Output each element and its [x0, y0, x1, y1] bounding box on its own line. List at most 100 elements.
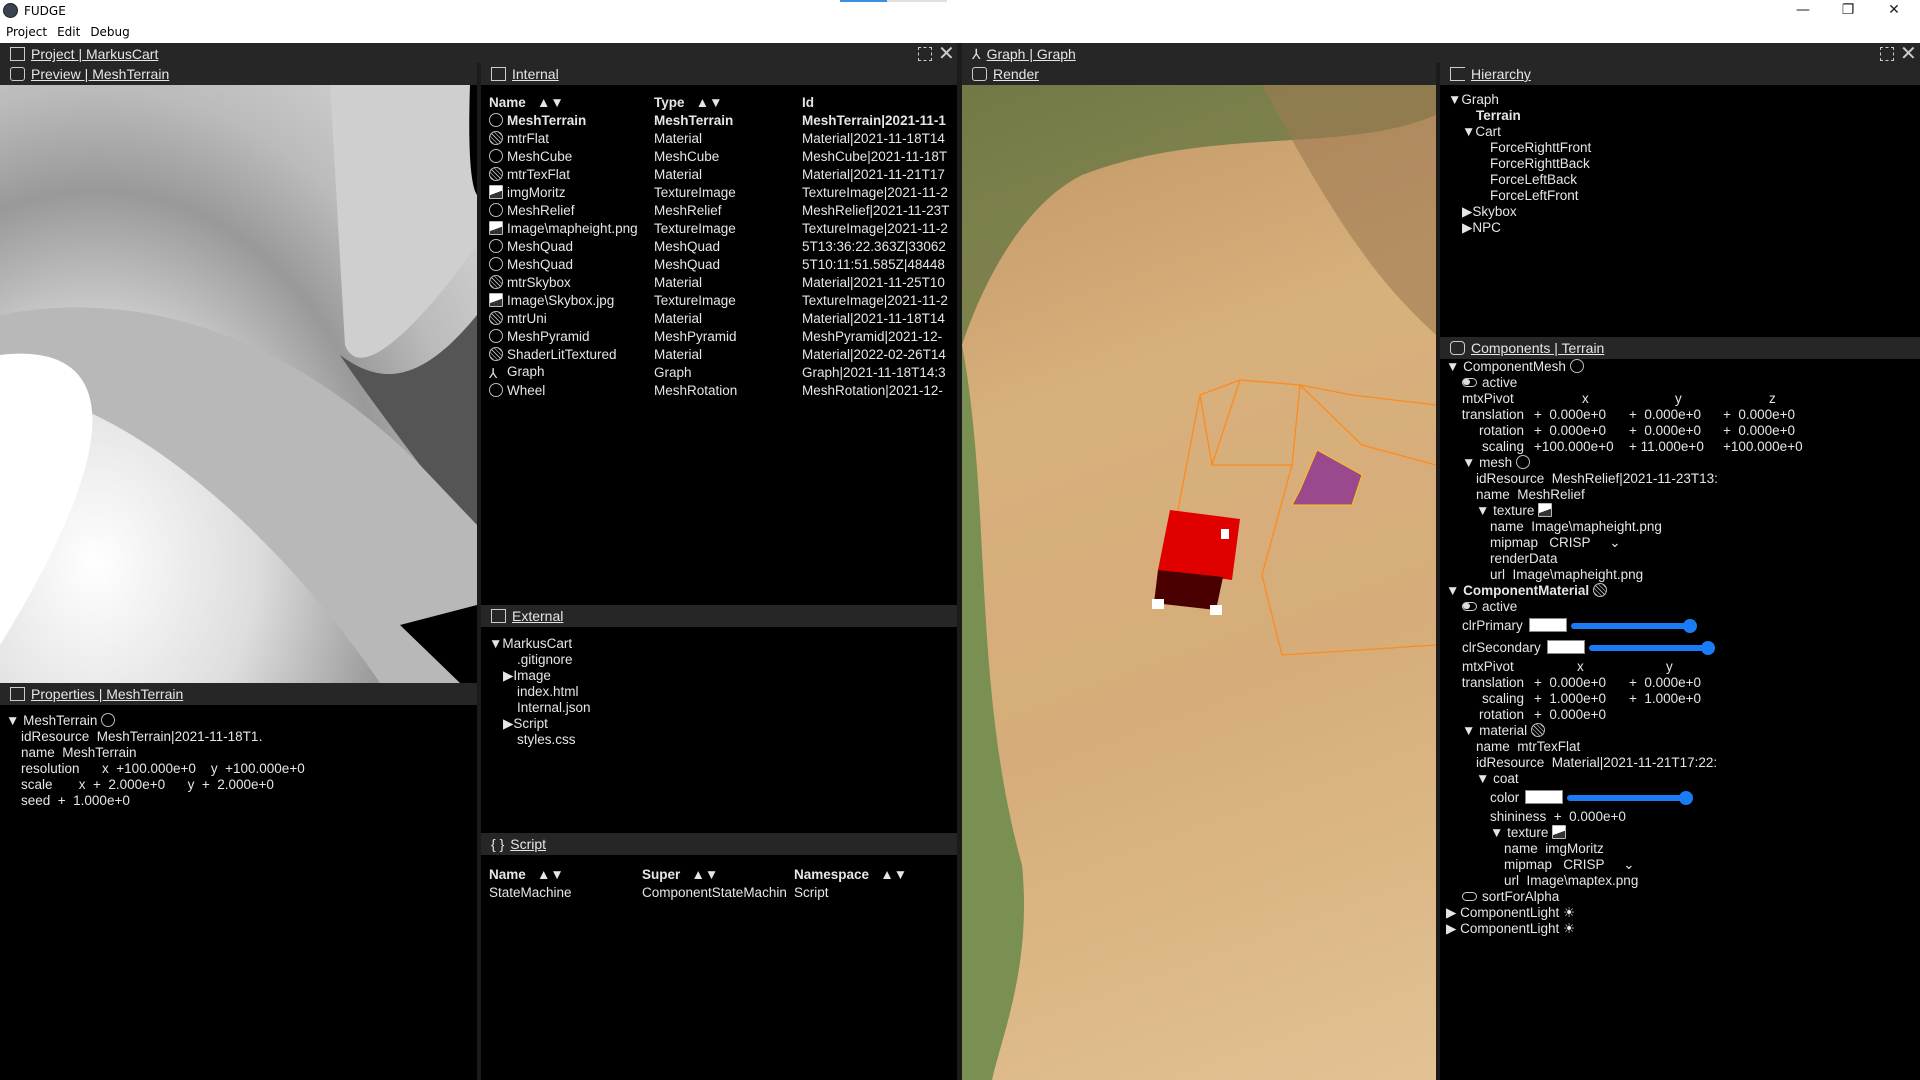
prop-seed[interactable]: seed + 1.000e+0 — [6, 793, 477, 809]
expand-toggle[interactable]: ▼ — [6, 713, 23, 728]
coat-alpha-slider[interactable] — [1567, 791, 1694, 805]
close-window-button[interactable]: ✕ — [1884, 2, 1904, 20]
table-row[interactable]: Wheel MeshRotation MeshRotation|2021-12- — [489, 381, 949, 399]
table-row[interactable]: Image\Skybox.jpg TextureImage TextureImage… — [489, 291, 949, 309]
prop-name[interactable]: name MeshTerrain — [6, 745, 477, 761]
material-name[interactable]: name mtrTexFlat — [1446, 739, 1920, 755]
coat-shininess[interactable]: shininess + 0.000e+0 — [1446, 809, 1920, 825]
active-toggle[interactable] — [1462, 378, 1477, 387]
table-row[interactable]: MeshPyramid MeshPyramid MeshPyramid|2021-1… — [489, 327, 949, 345]
tree-item[interactable]: ▶NPC — [1448, 220, 1920, 236]
minimize-button[interactable]: — — [1793, 2, 1813, 20]
coat-texture-url[interactable]: url Image\maptex.png — [1446, 873, 1920, 889]
vector-value[interactable]: + 0.000e+0 — [1534, 675, 1606, 691]
properties-root[interactable]: ▼ MeshTerrain — [6, 713, 477, 729]
internal-title[interactable]: Internal — [512, 66, 559, 82]
table-row[interactable]: MeshQuad MeshQuad 5T10:11:51.585Z|48448 — [489, 255, 949, 273]
preview-title[interactable]: Preview | MeshTerrain — [31, 66, 169, 82]
properties-title[interactable]: Properties | MeshTerrain — [31, 686, 183, 702]
col-name-header[interactable]: Name ▲▼ — [489, 865, 642, 883]
col-namespace-header[interactable]: Namespace ▲▼ — [794, 865, 907, 883]
vector-value[interactable]: + 0.000e+0 — [1723, 407, 1795, 423]
tree-item[interactable]: index.html — [489, 684, 957, 700]
table-row[interactable]: mtrFlat Material Material|2021-11-18T14 — [489, 129, 949, 147]
vector-value[interactable]: + 11.000e+0 — [1629, 439, 1704, 455]
sort-for-alpha-toggle[interactable] — [1462, 892, 1477, 901]
col-super-header[interactable]: Super ▲▼ — [642, 865, 794, 883]
col-type-header[interactable]: Type ▲▼ — [654, 93, 802, 111]
table-row[interactable]: mtrTexFlat Material Material|2021-11-21T17 — [489, 165, 949, 183]
tree-item[interactable]: ForceLeftBack — [1448, 172, 1920, 188]
tree-item[interactable]: ▼Graph — [1448, 92, 1920, 108]
coat-texture-header[interactable]: ▼ texture — [1446, 825, 1920, 841]
texture-name[interactable]: name Image\mapheight.png — [1446, 519, 1920, 535]
component-light-header[interactable]: ▶ ComponentLight ☀ — [1446, 921, 1920, 937]
tree-item[interactable]: .gitignore — [489, 652, 957, 668]
render-viewport[interactable] — [962, 85, 1436, 1080]
external-title[interactable]: External — [512, 608, 563, 624]
tree-item[interactable]: styles.css — [489, 732, 957, 748]
vector-value[interactable]: + 1.000e+0 — [1534, 691, 1606, 707]
vector-value[interactable]: + 0.000e+0 — [1629, 675, 1701, 691]
coat-mipmap-select[interactable]: mipmap CRISP ⌄ — [1446, 857, 1920, 873]
table-row[interactable]: MeshCube MeshCube MeshCube|2021-11-18T — [489, 147, 949, 165]
vector-value[interactable]: + 0.000e+0 — [1534, 707, 1606, 723]
script-title[interactable]: Script — [510, 836, 546, 852]
render-title[interactable]: Render — [993, 66, 1039, 82]
table-row[interactable]: Image\mapheight.png TextureImage TextureIm… — [489, 219, 949, 237]
tree-item[interactable]: ▶Script — [489, 716, 957, 732]
material-section-header[interactable]: ▼ material — [1446, 723, 1920, 739]
menu-project[interactable]: Project — [0, 22, 47, 39]
tree-item[interactable]: ForceLeftFront — [1448, 188, 1920, 204]
components-title[interactable]: Components | Terrain — [1471, 340, 1604, 356]
tree-item[interactable]: ForceRighttBack — [1448, 156, 1920, 172]
coat-color-swatch[interactable] — [1525, 790, 1564, 804]
close-panel-icon[interactable]: ✕ — [938, 43, 955, 65]
hierarchy-title[interactable]: Hierarchy — [1471, 66, 1531, 82]
coat-section-header[interactable]: ▼ coat — [1446, 771, 1920, 787]
tree-item[interactable]: Internal.json — [489, 700, 957, 716]
close-panel-icon[interactable]: ✕ — [1900, 43, 1917, 65]
vector-value[interactable]: + 0.000e+0 — [1534, 407, 1606, 423]
col-id-header[interactable]: Id — [802, 93, 949, 111]
component-material-header[interactable]: ▼ ComponentMaterial — [1446, 583, 1920, 599]
prop-resolution[interactable]: resolution x +100.000e+0 y +100.000e+0 — [6, 761, 477, 777]
table-row[interactable]: mtrSkybox Material Material|2021-11-25T10 — [489, 273, 949, 291]
tree-item[interactable]: ▼MarkusCart — [489, 636, 957, 652]
sort-for-alpha-row[interactable]: sortForAlpha — [1446, 889, 1920, 905]
vector-value[interactable]: + 1.000e+0 — [1629, 691, 1701, 707]
table-row[interactable]: ShaderLitTextured Material Material|2022-0… — [489, 345, 949, 363]
coat-texture-name[interactable]: name imgMoritz — [1446, 841, 1920, 857]
active-toggle-row[interactable]: active — [1446, 599, 1920, 615]
maximize-panel-icon[interactable] — [1880, 47, 1894, 61]
maximize-panel-icon[interactable] — [918, 47, 932, 61]
clr-primary-alpha-slider[interactable] — [1570, 619, 1697, 633]
menu-edit[interactable]: Edit — [51, 22, 80, 39]
tree-item[interactable]: ▼Cart — [1448, 124, 1920, 140]
col-name-header[interactable]: Name ▲▼ — [489, 93, 654, 111]
active-toggle-row[interactable]: active — [1446, 375, 1920, 391]
active-toggle[interactable] — [1462, 602, 1477, 611]
vector-value[interactable]: + 0.000e+0 — [1723, 423, 1795, 439]
vector-value[interactable]: + 0.000e+0 — [1534, 423, 1606, 439]
texture-mipmap-select[interactable]: mipmap CRISP ⌄ — [1446, 535, 1920, 551]
preview-viewport[interactable] — [0, 85, 477, 683]
menu-debug[interactable]: Debug — [84, 22, 129, 39]
table-row[interactable]: MeshRelief MeshRelief MeshRelief|2021-11-2… — [489, 201, 949, 219]
restore-button[interactable]: ❐ — [1838, 2, 1858, 20]
mesh-name[interactable]: name MeshRelief — [1446, 487, 1920, 503]
vector-value[interactable]: + 0.000e+0 — [1629, 407, 1701, 423]
prop-scale[interactable]: scale x + 2.000e+0 y + 2.000e+0 — [6, 777, 477, 793]
tree-item[interactable]: ▶Image — [489, 668, 957, 684]
vector-value[interactable]: +100.000e+0 — [1723, 439, 1803, 455]
mesh-section-header[interactable]: ▼ mesh — [1446, 455, 1920, 471]
graph-title[interactable]: Graph | Graph — [987, 46, 1076, 62]
table-row[interactable]: StateMachine ComponentStateMachin Script — [489, 883, 907, 901]
vector-value[interactable]: + 0.000e+0 — [1629, 423, 1701, 439]
table-row[interactable]: MeshQuad MeshQuad 5T13:36:22.363Z|33062 — [489, 237, 949, 255]
table-row[interactable]: imgMoritz TextureImage TextureImage|2021-1… — [489, 183, 949, 201]
tree-item[interactable]: ▶Skybox — [1448, 204, 1920, 220]
tree-item[interactable]: Terrain — [1448, 108, 1920, 124]
texture-url[interactable]: url Image\mapheight.png — [1446, 567, 1920, 583]
tree-item[interactable]: ForceRighttFront — [1448, 140, 1920, 156]
